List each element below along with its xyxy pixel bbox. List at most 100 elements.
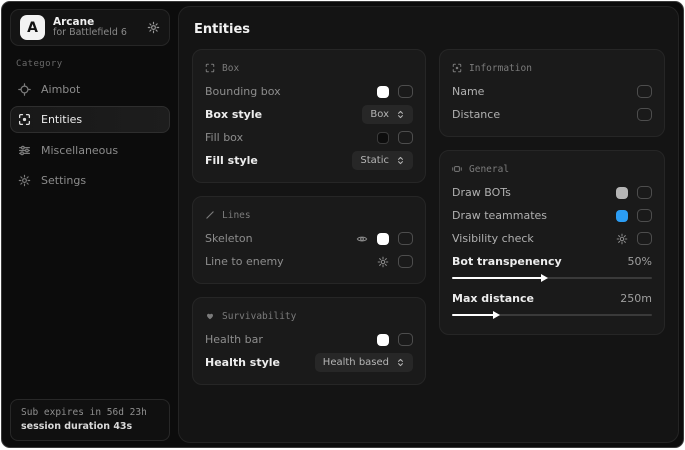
slider-thumb[interactable] bbox=[493, 311, 500, 319]
heart-icon bbox=[205, 311, 215, 321]
fill-style-dropdown[interactable]: Static bbox=[352, 151, 413, 170]
general-card-header: General bbox=[452, 160, 652, 178]
grid-icon bbox=[452, 164, 462, 174]
box-style-value: Box bbox=[370, 109, 389, 120]
gear-icon[interactable] bbox=[147, 21, 160, 34]
survivability-card-header: Survivability bbox=[205, 307, 413, 325]
fill-style-row: Fill style Static bbox=[205, 149, 413, 172]
fill-box-row: Fill box bbox=[205, 126, 413, 149]
crosshair-icon bbox=[18, 83, 31, 96]
sidebar-item-label: Settings bbox=[41, 174, 86, 187]
box-card-header: Box bbox=[205, 59, 413, 77]
tune-sliders-icon bbox=[18, 144, 31, 157]
skeleton-row: Skeleton bbox=[205, 227, 413, 250]
draw-teammates-row: Draw teammates bbox=[452, 204, 652, 227]
draw-teammates-color-swatch[interactable] bbox=[616, 210, 628, 222]
box-card-title: Box bbox=[222, 63, 239, 74]
session-duration-text: session duration 43s bbox=[21, 421, 159, 432]
app-logo: A bbox=[20, 15, 45, 40]
box-style-label: Box style bbox=[205, 108, 262, 121]
slider-fill bbox=[452, 277, 546, 279]
visibility-check-label: Visibility check bbox=[452, 232, 534, 245]
slider-fill bbox=[452, 314, 498, 316]
distance-checkbox[interactable] bbox=[637, 108, 652, 121]
health-style-label: Health style bbox=[205, 356, 280, 369]
max-distance-value: 250m bbox=[620, 292, 652, 305]
slider-thumb[interactable] bbox=[541, 274, 548, 282]
skeleton-checkbox[interactable] bbox=[398, 232, 413, 245]
subscription-info-box: Sub expires in 56d 23h session duration … bbox=[10, 399, 170, 441]
health-style-dropdown[interactable]: Health based bbox=[315, 353, 413, 372]
survivability-card: Survivability Health bar Health style He… bbox=[192, 297, 426, 385]
line-to-enemy-label: Line to enemy bbox=[205, 255, 284, 268]
general-card: General Draw BOTs Draw teammates bbox=[439, 150, 665, 335]
name-label: Name bbox=[452, 85, 484, 98]
box-style-row: Box style Box bbox=[205, 103, 413, 126]
bounding-box-row: Bounding box bbox=[205, 80, 413, 103]
visibility-check-checkbox[interactable] bbox=[637, 232, 652, 245]
health-style-value: Health based bbox=[323, 357, 389, 368]
app-header: A Arcane for Battlefield 6 bbox=[10, 9, 170, 46]
health-style-row: Health style Health based bbox=[205, 351, 413, 374]
draw-bots-checkbox[interactable] bbox=[637, 186, 652, 199]
information-card-header: Information bbox=[452, 59, 652, 77]
skeleton-color-swatch[interactable] bbox=[377, 233, 389, 245]
diagonal-line-icon bbox=[205, 210, 215, 220]
chevron-up-down-icon bbox=[396, 156, 405, 165]
sidebar-item-miscellaneous[interactable]: Miscellaneous bbox=[10, 137, 170, 163]
app-window: A Arcane for Battlefield 6 Category Aimb… bbox=[1, 1, 684, 448]
sidebar-item-settings[interactable]: Settings bbox=[10, 167, 170, 193]
information-card-title: Information bbox=[469, 63, 532, 74]
max-distance-row: Max distance 250m bbox=[452, 287, 652, 310]
gear-icon[interactable] bbox=[616, 233, 628, 245]
bot-transparency-row: Bot transpenency 50% bbox=[452, 250, 652, 273]
box-style-dropdown[interactable]: Box bbox=[362, 105, 413, 124]
sidebar-nav: Aimbot Entities Miscellaneous Settings bbox=[2, 75, 178, 194]
draw-bots-color-swatch[interactable] bbox=[616, 187, 628, 199]
sidebar-item-aimbot[interactable]: Aimbot bbox=[10, 76, 170, 102]
lines-card-header: Lines bbox=[205, 206, 413, 224]
main-panel: Entities Box Bounding box bbox=[178, 6, 679, 443]
information-card: Information Name Distance bbox=[439, 49, 665, 137]
health-bar-label: Health bar bbox=[205, 333, 263, 346]
sidebar-item-label: Aimbot bbox=[41, 83, 80, 96]
line-to-enemy-checkbox[interactable] bbox=[398, 255, 413, 268]
name-row: Name bbox=[452, 80, 652, 103]
bot-transparency-label: Bot transpenency bbox=[452, 255, 562, 268]
page-title: Entities bbox=[194, 22, 678, 37]
draw-teammates-checkbox[interactable] bbox=[637, 209, 652, 222]
bounding-box-checkbox[interactable] bbox=[398, 85, 413, 98]
fill-box-color-swatch[interactable] bbox=[377, 132, 389, 144]
fill-box-checkbox[interactable] bbox=[398, 131, 413, 144]
health-bar-row: Health bar bbox=[205, 328, 413, 351]
bot-transparency-slider[interactable] bbox=[452, 277, 652, 279]
eye-icon[interactable] bbox=[356, 233, 368, 245]
max-distance-slider[interactable] bbox=[452, 314, 652, 316]
app-header-text: Arcane for Battlefield 6 bbox=[53, 16, 139, 39]
name-checkbox[interactable] bbox=[637, 85, 652, 98]
box-card: Box Bounding box Box style Box bbox=[192, 49, 426, 183]
skeleton-label: Skeleton bbox=[205, 232, 253, 245]
health-bar-color-swatch[interactable] bbox=[377, 334, 389, 346]
draw-teammates-label: Draw teammates bbox=[452, 209, 547, 222]
bounding-box-color-swatch[interactable] bbox=[377, 86, 389, 98]
sidebar: A Arcane for Battlefield 6 Category Aimb… bbox=[2, 2, 178, 447]
fill-style-value: Static bbox=[360, 155, 389, 166]
max-distance-label: Max distance bbox=[452, 292, 534, 305]
gear-icon[interactable] bbox=[377, 256, 389, 268]
box-corners-icon bbox=[205, 63, 215, 73]
distance-label: Distance bbox=[452, 108, 500, 121]
scan-target-icon bbox=[18, 113, 31, 126]
gear-icon bbox=[18, 174, 31, 187]
info-target-icon bbox=[452, 63, 462, 73]
survivability-card-title: Survivability bbox=[222, 311, 296, 322]
bounding-box-label: Bounding box bbox=[205, 85, 281, 98]
app-logo-letter: A bbox=[27, 20, 38, 36]
draw-bots-label: Draw BOTs bbox=[452, 186, 511, 199]
chevron-up-down-icon bbox=[396, 358, 405, 367]
line-to-enemy-row: Line to enemy bbox=[205, 250, 413, 273]
category-label: Category bbox=[16, 59, 178, 69]
sidebar-item-entities[interactable]: Entities bbox=[10, 106, 170, 133]
health-bar-checkbox[interactable] bbox=[398, 333, 413, 346]
fill-style-label: Fill style bbox=[205, 154, 258, 167]
